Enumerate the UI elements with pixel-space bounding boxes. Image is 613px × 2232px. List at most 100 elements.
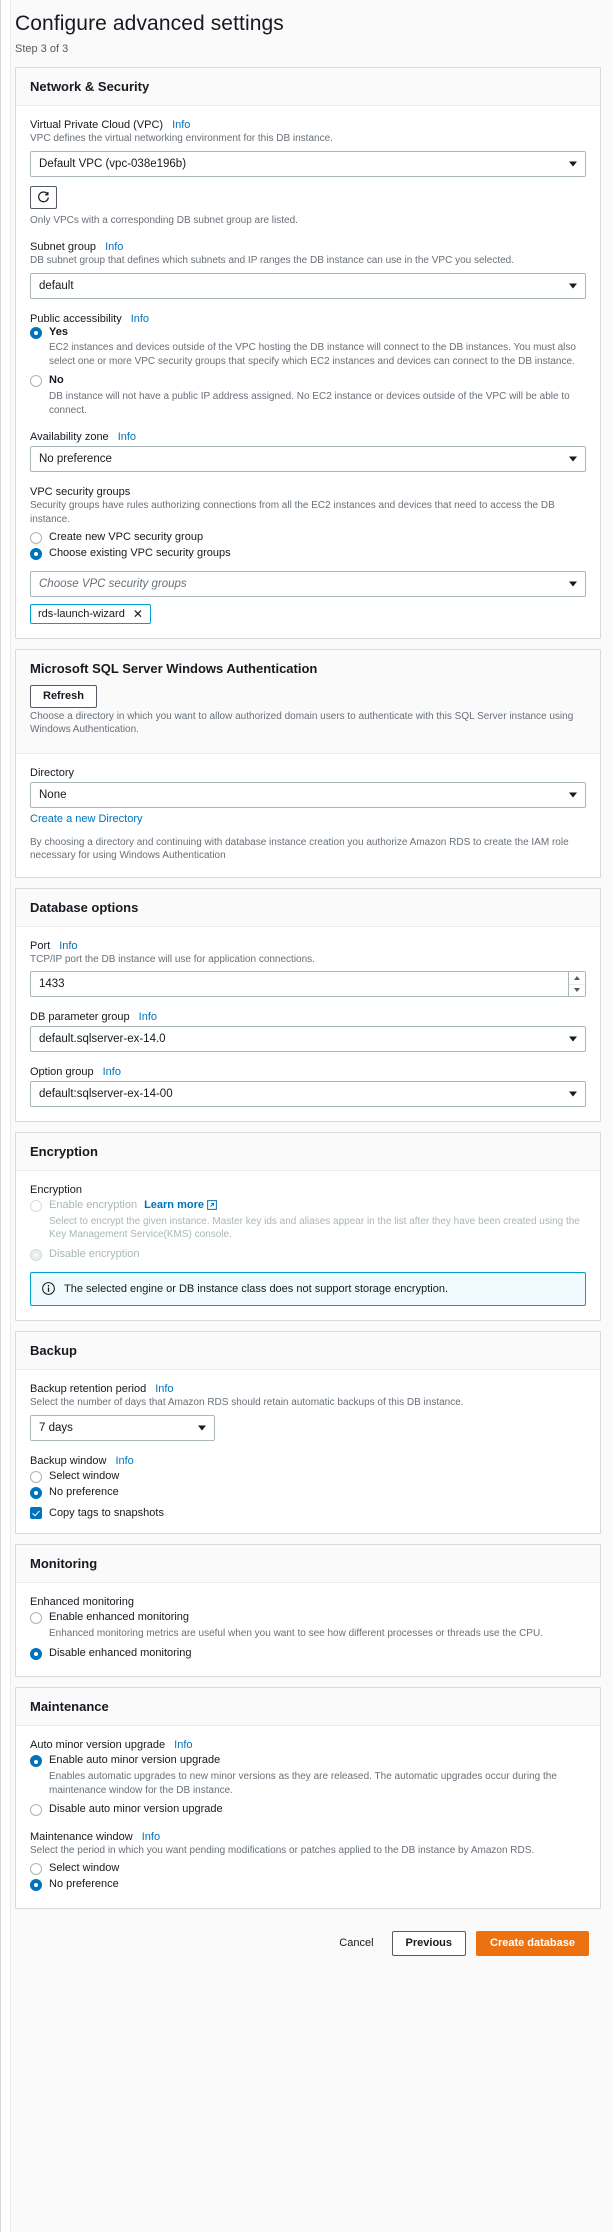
radio-maintenance-select-window[interactable]: Select window — [30, 1862, 586, 1876]
radio-create-new-security-group[interactable]: Create new VPC security group — [30, 531, 586, 545]
radio-button-maintenance-no-preference[interactable] — [30, 1879, 42, 1891]
cancel-button[interactable]: Cancel — [331, 1937, 381, 1949]
auto-minor-version-upgrade-info-link[interactable]: Info — [174, 1739, 192, 1751]
subnet-group-description: DB subnet group that defines which subne… — [30, 254, 586, 268]
section-title-windows-authentication: Microsoft SQL Server Windows Authenticat… — [30, 661, 586, 676]
radio-button-enable-enhanced-monitoring[interactable] — [30, 1612, 42, 1624]
stepper-down-icon[interactable] — [569, 985, 585, 997]
radio-button-disable-encryption[interactable] — [30, 1249, 42, 1261]
checkbox-copy-tags-label: Copy tags to snapshots — [49, 1507, 164, 1519]
radio-button-create-new[interactable] — [30, 532, 42, 544]
radio-button-enable-auto-upgrade[interactable] — [30, 1755, 42, 1767]
radio-button-no[interactable] — [30, 375, 42, 387]
availability-zone-select[interactable]: No preference — [30, 446, 586, 472]
field-maintenance-window: Maintenance window Info Select the perio… — [30, 1831, 586, 1892]
checkbox-copy-tags-box[interactable] — [30, 1507, 42, 1519]
radio-maintenance-no-preference[interactable]: No preference — [30, 1878, 586, 1892]
footer-actions: Cancel Previous Create database — [15, 1919, 601, 1972]
learn-more-link[interactable]: Learn more — [144, 1199, 217, 1211]
encryption-info-alert: The selected engine or DB instance class… — [30, 1272, 586, 1307]
radio-button-maintenance-select-window[interactable] — [30, 1863, 42, 1875]
radio-label-create-new: Create new VPC security group — [49, 531, 203, 545]
public-accessibility-info-link[interactable]: Info — [131, 313, 149, 325]
radio-enable-auto-upgrade[interactable]: Enable auto minor version upgrade — [30, 1754, 586, 1768]
directory-select[interactable]: None — [30, 782, 586, 808]
vpc-selected-value: Default VPC (vpc-038e196b) — [39, 158, 186, 170]
field-port: Port Info TCP/IP port the DB instance wi… — [30, 940, 586, 998]
enhanced-monitoring-enable-description: Enhanced monitoring metrics are useful w… — [49, 1627, 586, 1641]
radio-button-yes[interactable] — [30, 327, 42, 339]
security-group-chip[interactable]: rds-launch-wizard ✕ — [30, 604, 151, 624]
security-groups-multiselect[interactable]: Choose VPC security groups — [30, 571, 586, 597]
db-parameter-group-value: default.sqlserver-ex-14.0 — [39, 1033, 166, 1045]
field-vpc-security-groups: VPC security groups Security groups have… — [30, 486, 586, 624]
refresh-directory-button[interactable]: Refresh — [30, 685, 97, 708]
radio-enable-encryption[interactable]: Enable encryption Learn more — [30, 1199, 586, 1213]
port-info-link[interactable]: Info — [59, 940, 77, 952]
panel-windows-authentication: Microsoft SQL Server Windows Authenticat… — [15, 649, 601, 878]
backup-retention-label: Backup retention period — [30, 1383, 146, 1395]
radio-label-choose-existing: Choose existing VPC security groups — [49, 547, 231, 561]
db-parameter-group-select[interactable]: default.sqlserver-ex-14.0 — [30, 1026, 586, 1052]
create-database-button[interactable]: Create database — [476, 1931, 589, 1956]
refresh-directory-label: Refresh — [43, 690, 84, 702]
vpc-info-link[interactable]: Info — [172, 119, 190, 131]
checkbox-copy-tags[interactable]: Copy tags to snapshots — [30, 1507, 586, 1519]
backup-window-info-link[interactable]: Info — [115, 1455, 133, 1467]
option-group-select[interactable]: default:sqlserver-ex-14-00 — [30, 1081, 586, 1107]
option-group-info-link[interactable]: Info — [103, 1066, 121, 1078]
radio-button-disable-auto-upgrade[interactable] — [30, 1804, 42, 1816]
port-input[interactable]: 1433 — [30, 971, 586, 997]
previous-button[interactable]: Previous — [392, 1931, 466, 1956]
radio-button-backup-no-preference[interactable] — [30, 1487, 42, 1499]
radio-disable-encryption[interactable]: Disable encryption — [30, 1248, 586, 1262]
port-stepper[interactable] — [568, 972, 585, 996]
left-rail — [1, 0, 11, 2232]
radio-button-enable-encryption[interactable] — [30, 1200, 42, 1212]
create-directory-link[interactable]: Create a new Directory — [30, 813, 143, 825]
chevron-down-icon — [569, 581, 577, 586]
radio-label-backup-select-window: Select window — [49, 1470, 119, 1484]
radio-public-accessibility-yes[interactable]: Yes — [30, 326, 586, 340]
vpc-refresh-note: Only VPCs with a corresponding DB subnet… — [30, 214, 586, 228]
section-title-network-security: Network & Security — [30, 79, 586, 94]
radio-button-disable-enhanced-monitoring[interactable] — [30, 1648, 42, 1660]
panel-encryption: Encryption Encryption Enable encryption … — [15, 1132, 601, 1321]
close-icon[interactable]: ✕ — [133, 608, 143, 620]
security-groups-placeholder: Choose VPC security groups — [39, 578, 187, 590]
radio-public-accessibility-no[interactable]: No — [30, 374, 586, 388]
learn-more-label: Learn more — [144, 1199, 204, 1211]
panel-header-encryption: Encryption — [16, 1133, 600, 1171]
vpc-select[interactable]: Default VPC (vpc-038e196b) — [30, 151, 586, 177]
maintenance-window-description: Select the period in which you want pend… — [30, 1844, 586, 1858]
backup-retention-select[interactable]: 7 days — [30, 1415, 215, 1441]
refresh-vpc-button[interactable] — [30, 186, 57, 209]
radio-label-disable-encryption: Disable encryption — [49, 1248, 140, 1262]
section-title-encryption: Encryption — [30, 1144, 586, 1159]
info-circle-icon — [42, 1282, 55, 1295]
radio-button-choose-existing[interactable] — [30, 548, 42, 560]
panel-backup: Backup Backup retention period Info Sele… — [15, 1331, 601, 1534]
db-parameter-group-info-link[interactable]: Info — [139, 1011, 157, 1023]
radio-label-backup-no-preference: No preference — [49, 1486, 119, 1500]
radio-button-backup-select-window[interactable] — [30, 1471, 42, 1483]
radio-choose-existing-security-group[interactable]: Choose existing VPC security groups — [30, 547, 586, 561]
maintenance-window-info-link[interactable]: Info — [142, 1831, 160, 1843]
subnet-group-select[interactable]: default — [30, 273, 586, 299]
chevron-down-icon — [198, 1425, 206, 1430]
advanced-settings-page: Configure advanced settings Step 3 of 3 … — [0, 0, 613, 2232]
stepper-up-icon[interactable] — [569, 972, 585, 985]
radio-disable-enhanced-monitoring[interactable]: Disable enhanced monitoring — [30, 1647, 586, 1661]
windows-authentication-note: By choosing a directory and continuing w… — [30, 836, 586, 863]
encryption-alert-text: The selected engine or DB instance class… — [64, 1282, 448, 1297]
radio-label-disable-auto-upgrade: Disable auto minor version upgrade — [49, 1803, 223, 1817]
radio-backup-select-window[interactable]: Select window — [30, 1470, 586, 1484]
availability-zone-info-link[interactable]: Info — [118, 431, 136, 443]
radio-enable-enhanced-monitoring[interactable]: Enable enhanced monitoring — [30, 1611, 586, 1625]
enhanced-monitoring-label: Enhanced monitoring — [30, 1596, 134, 1608]
radio-backup-no-preference[interactable]: No preference — [30, 1486, 586, 1500]
radio-disable-auto-upgrade[interactable]: Disable auto minor version upgrade — [30, 1803, 586, 1817]
subnet-group-info-link[interactable]: Info — [105, 241, 123, 253]
backup-retention-info-link[interactable]: Info — [155, 1383, 173, 1395]
external-link-icon — [207, 1200, 217, 1210]
